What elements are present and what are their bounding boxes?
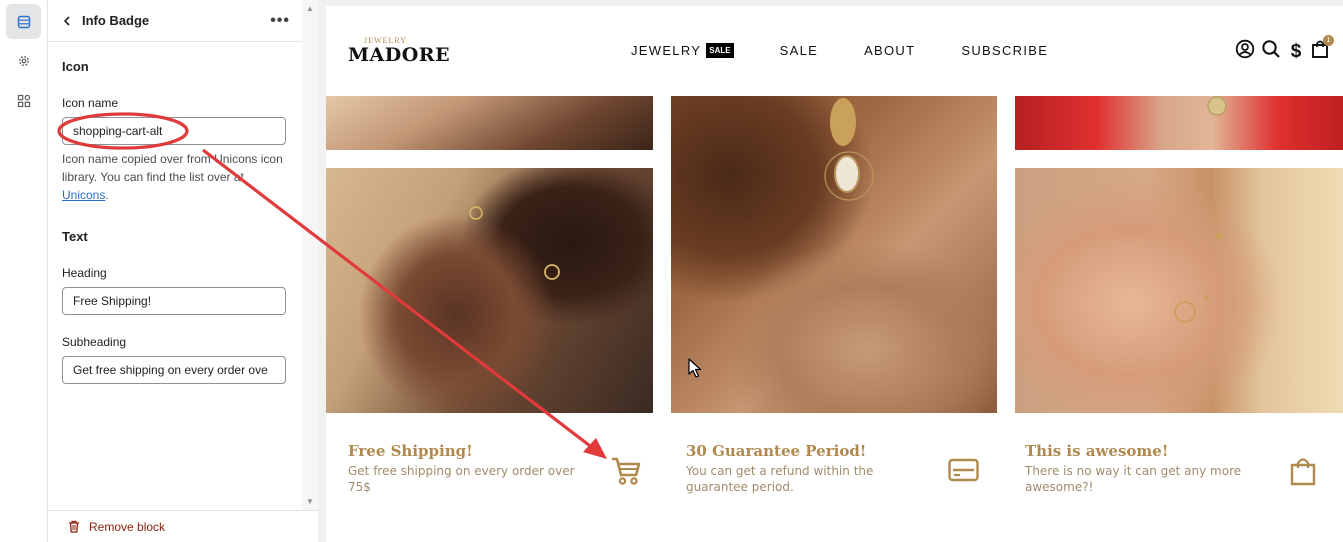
mouse-cursor-icon xyxy=(688,358,702,378)
settings-gear-icon[interactable] xyxy=(6,43,41,78)
apps-icon[interactable] xyxy=(6,83,41,118)
cart-count: 1 xyxy=(1323,35,1334,46)
settings-panel: Info Badge ••• Icon Icon name shopping-c… xyxy=(48,0,302,542)
product-image-1[interactable] xyxy=(326,96,653,150)
icon-name-input[interactable]: shopping-cart-alt xyxy=(62,117,286,145)
badge-2-subtitle: You can get a refund within the guarante… xyxy=(686,464,874,494)
unicons-link[interactable]: Unicons xyxy=(62,188,105,202)
info-badge-3: This is awesome! There is no way it can … xyxy=(1025,442,1275,495)
product-image-3[interactable] xyxy=(1015,96,1343,150)
heading-label: Heading xyxy=(62,266,107,280)
subheading-label: Subheading xyxy=(62,335,127,349)
more-actions-icon[interactable]: ••• xyxy=(270,12,290,30)
product-image-5[interactable] xyxy=(1015,168,1343,413)
nav-jewelry[interactable]: JEWELRY SALE xyxy=(631,43,734,58)
main-nav: JEWELRY SALE SALE ABOUT SUBSCRIBE xyxy=(631,43,1094,58)
store-logo[interactable]: JEWELRY MADORE xyxy=(348,36,450,66)
text-section-title: Text xyxy=(62,229,88,244)
badge-1-subtitle: Get free shipping on every order over 75… xyxy=(348,464,575,494)
logo-wordmark: MADORE xyxy=(348,44,451,66)
scroll-down-icon[interactable]: ▼ xyxy=(306,497,314,506)
icon-help-text: Icon name copied over from Unicons icon … xyxy=(62,150,290,204)
product-image-4[interactable] xyxy=(326,168,653,413)
currency-dollar-icon[interactable]: $ xyxy=(1287,41,1305,63)
bag-icon[interactable]: 1 xyxy=(1311,35,1334,64)
panel-header: Info Badge ••• xyxy=(48,0,302,42)
account-icon[interactable] xyxy=(1235,39,1255,64)
sections-icon[interactable] xyxy=(6,4,41,39)
credit-card-icon xyxy=(948,458,979,487)
search-icon[interactable] xyxy=(1261,39,1281,64)
badge-3-title: This is awesome! xyxy=(1025,442,1169,460)
icon-name-label: Icon name xyxy=(62,96,119,110)
help-text: Icon name copied over from Unicons icon … xyxy=(62,152,283,184)
heading-input[interactable]: Free Shipping! xyxy=(62,287,286,315)
subheading-input[interactable]: Get free shipping on every order ove xyxy=(62,356,286,384)
sale-badge: SALE xyxy=(706,43,734,58)
badge-1-title: Free Shipping! xyxy=(348,442,473,460)
remove-block-label: Remove block xyxy=(89,519,166,534)
badge-3-subtitle: There is no way it can get any more awes… xyxy=(1025,464,1242,494)
nav-about[interactable]: ABOUT xyxy=(864,43,915,58)
shopping-bag-icon xyxy=(1290,456,1316,491)
scroll-up-icon[interactable]: ▲ xyxy=(306,4,314,13)
badge-2-title: 30 Guarantee Period! xyxy=(686,442,867,460)
panel-title: Info Badge xyxy=(82,13,150,28)
remove-block-button[interactable]: Remove block xyxy=(48,510,318,542)
header-icons: $ 1 xyxy=(1229,35,1334,64)
help-text-end: . xyxy=(105,188,109,202)
info-badge-2: 30 Guarantee Period! You can get a refun… xyxy=(686,442,926,495)
product-image-2[interactable] xyxy=(671,96,997,413)
nav-jewelry-label: JEWELRY xyxy=(631,43,702,58)
trash-icon xyxy=(68,520,80,533)
icon-section-title: Icon xyxy=(62,59,89,74)
info-badge-1: Free Shipping! Get free shipping on ever… xyxy=(348,442,598,495)
panel-scrollbar[interactable]: ▲ ▼ xyxy=(302,0,318,510)
shopping-cart-icon xyxy=(610,454,642,491)
store-preview: JEWELRY MADORE JEWELRY SALE SALE ABOUT S… xyxy=(326,6,1343,542)
editor-rail xyxy=(0,0,48,542)
nav-sale[interactable]: SALE xyxy=(780,43,818,58)
back-chevron-icon[interactable] xyxy=(60,14,74,28)
nav-subscribe[interactable]: SUBSCRIBE xyxy=(961,43,1048,58)
